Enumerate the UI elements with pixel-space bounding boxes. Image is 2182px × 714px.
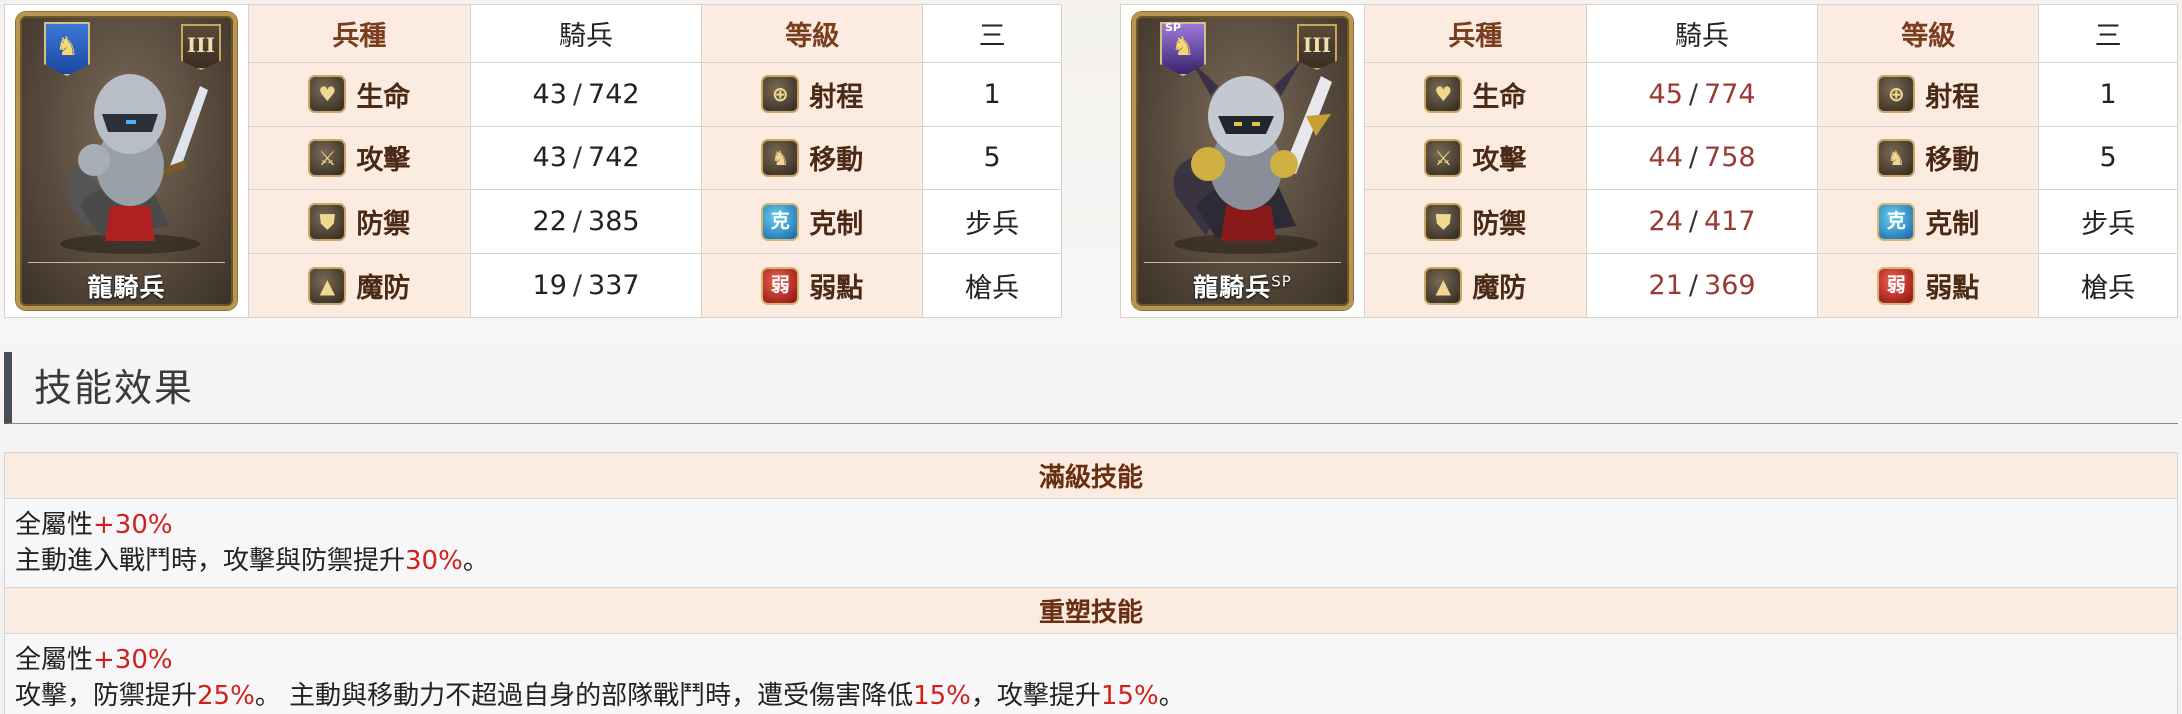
stat-label-defense: ⛊ 防禦 bbox=[247, 189, 471, 255]
type-value: 騎兵 bbox=[469, 4, 703, 63]
unit-portrait-card[interactable]: SP ♞ III 龍騎兵SP bbox=[1131, 12, 1353, 310]
skills-table: 滿級技能 全屬性+30% 主動進入戰鬥時，攻擊與防禦提升30%。 重塑技能 全屬性… bbox=[4, 452, 2178, 714]
stat-value-magic-defense: 19/337 bbox=[469, 253, 703, 318]
skill-text: 。 bbox=[462, 546, 489, 576]
stat-label-range: ⊕ 射程 bbox=[701, 61, 924, 127]
skill-value-highlight: +30% bbox=[93, 510, 173, 540]
stat-value-defense: 22/385 bbox=[469, 189, 703, 255]
stat-value-range: 1 bbox=[2038, 61, 2178, 127]
stat-value-attack: 44/758 bbox=[1585, 125, 1819, 191]
magic-defense-icon: ▲ bbox=[308, 266, 347, 305]
skill-text: ，攻擊提升 bbox=[970, 681, 1101, 711]
knight-portrait-icon bbox=[59, 74, 208, 254]
type-value: 騎兵 bbox=[1585, 4, 1819, 63]
stat-label-weakness: 弱弱點 bbox=[1817, 253, 2040, 318]
stat-label-hp: ♥ 生命 bbox=[1363, 61, 1587, 127]
skill-header-max-level: 滿級技能 bbox=[4, 452, 2178, 499]
skill-value-highlight: 15% bbox=[913, 681, 971, 711]
stat-label-defense: ⛊ 防禦 bbox=[1363, 189, 1587, 255]
stat-value-weakness: 槍兵 bbox=[922, 253, 1062, 318]
skill-text: 全屬性 bbox=[15, 645, 94, 675]
stat-label-move: ♞ 移動 bbox=[701, 125, 924, 191]
type-header: 兵種 bbox=[247, 4, 471, 63]
unit-card[interactable]: ♞ III 龍騎兵 bbox=[4, 4, 249, 318]
shield-icon: ⛊ bbox=[308, 202, 347, 241]
unit-card[interactable]: SP ♞ III 龍騎兵SP bbox=[1120, 4, 1365, 318]
stat-label-weakness: 弱弱點 bbox=[701, 253, 924, 318]
stat-value-counter: 步兵 bbox=[922, 189, 1062, 255]
skill-line: 攻擊，防禦提升25%。 主動與移動力不超過自身的部隊戰鬥時，遭受傷害降低15%，… bbox=[15, 678, 2167, 714]
skill-value-highlight: +30% bbox=[93, 645, 173, 675]
section-title-skill-effects: 技能效果 bbox=[4, 352, 2178, 424]
stat-value-counter: 步兵 bbox=[2038, 189, 2178, 255]
stat-label-magic-defense: ▲ 魔防 bbox=[247, 253, 471, 318]
sword-icon: ⚔ bbox=[308, 138, 347, 177]
page: ♞ III 龍騎兵 兵種 騎兵 等級 三 ♥ 生命 43 / 742 ⊕ 射程 … bbox=[0, 0, 2182, 714]
unit-stats-table-dragoon-sp: SP ♞ III 龍騎兵SP 兵種 騎兵 等級 三 ♥ 生命 45 / 774 … bbox=[1120, 4, 2178, 318]
type-header: 兵種 bbox=[1363, 4, 1587, 63]
magic-defense-icon: ▲ bbox=[1424, 266, 1463, 305]
stat-value-defense: 24/417 bbox=[1585, 189, 1819, 255]
sword-icon: ⚔ bbox=[1424, 138, 1463, 177]
skill-text: 。 主動與移動力不超過自身的部隊戰鬥時，遭受傷害降低 bbox=[254, 681, 914, 711]
weakness-icon: 弱 bbox=[761, 266, 800, 305]
shield-icon: ⛊ bbox=[1424, 202, 1463, 241]
stat-label-counter: 克克制 bbox=[1817, 189, 2040, 255]
crosshair-icon: ⊕ bbox=[761, 75, 800, 114]
heart-icon: ♥ bbox=[1424, 75, 1463, 114]
skill-value-highlight: 30% bbox=[405, 546, 463, 576]
stat-label-hp: ♥ 生命 bbox=[247, 61, 471, 127]
card-divider bbox=[1143, 262, 1341, 263]
skill-text: 全屬性 bbox=[15, 510, 94, 540]
stat-label-range: ⊕ 射程 bbox=[1817, 61, 2040, 127]
horse-move-icon: ♞ bbox=[1877, 138, 1916, 177]
counter-icon: 克 bbox=[1877, 202, 1916, 241]
stat-label-move: ♞ 移動 bbox=[1817, 125, 2040, 191]
skill-body-max-level: 全屬性+30% 主動進入戰鬥時，攻擊與防禦提升30%。 bbox=[4, 498, 2178, 588]
horse-move-icon: ♞ bbox=[761, 138, 800, 177]
dark-knight-portrait-icon bbox=[1173, 61, 1332, 254]
stat-value-weakness: 槍兵 bbox=[2038, 253, 2178, 318]
level-header: 等級 bbox=[701, 4, 924, 63]
stat-value-hp: 45/774 bbox=[1585, 61, 1819, 127]
skill-line: 全屬性+30% bbox=[15, 507, 2167, 543]
unit-portrait-card[interactable]: ♞ III 龍騎兵 bbox=[15, 12, 237, 310]
stat-value-move: 5 bbox=[922, 125, 1062, 191]
stat-label-counter: 克克制 bbox=[701, 189, 924, 255]
stat-value-range: 1 bbox=[922, 61, 1062, 127]
stat-label-attack: ⚔ 攻擊 bbox=[1363, 125, 1587, 191]
skill-line: 全屬性+30% bbox=[15, 642, 2167, 678]
unit-name: 龍騎兵SP bbox=[1193, 272, 1292, 302]
unit-name: 龍騎兵 bbox=[87, 273, 166, 302]
skill-text: 主動進入戰鬥時，攻擊與防禦提升 bbox=[15, 546, 406, 576]
level-value: 三 bbox=[922, 4, 1062, 63]
stat-label-attack: ⚔ 攻擊 bbox=[247, 125, 471, 191]
level-header: 等級 bbox=[1817, 4, 2040, 63]
weakness-icon: 弱 bbox=[1877, 266, 1916, 305]
skill-line: 主動進入戰鬥時，攻擊與防禦提升30%。 bbox=[15, 543, 2167, 579]
skill-value-highlight: 25% bbox=[197, 681, 255, 711]
unit-stats-table-dragoon: ♞ III 龍騎兵 兵種 騎兵 等級 三 ♥ 生命 43 / 742 ⊕ 射程 … bbox=[4, 4, 1062, 318]
card-divider bbox=[27, 262, 225, 263]
stat-value-move: 5 bbox=[2038, 125, 2178, 191]
skill-body-reforge: 全屬性+30% 攻擊，防禦提升25%。 主動與移動力不超過自身的部隊戰鬥時，遭受傷… bbox=[4, 633, 2178, 714]
stat-value-hp: 43/742 bbox=[469, 61, 703, 127]
heart-icon: ♥ bbox=[308, 75, 347, 114]
crosshair-icon: ⊕ bbox=[1877, 75, 1916, 114]
stat-value-magic-defense: 21/369 bbox=[1585, 253, 1819, 318]
stat-label-magic-defense: ▲ 魔防 bbox=[1363, 253, 1587, 318]
skill-text: 攻擊，防禦提升 bbox=[15, 681, 198, 711]
stat-value-attack: 43/742 bbox=[469, 125, 703, 191]
level-value: 三 bbox=[2038, 4, 2178, 63]
skill-header-reforge: 重塑技能 bbox=[4, 587, 2178, 634]
skill-value-highlight: 15% bbox=[1100, 681, 1159, 711]
skill-text: 。 bbox=[1158, 681, 1185, 711]
counter-icon: 克 bbox=[761, 202, 800, 241]
